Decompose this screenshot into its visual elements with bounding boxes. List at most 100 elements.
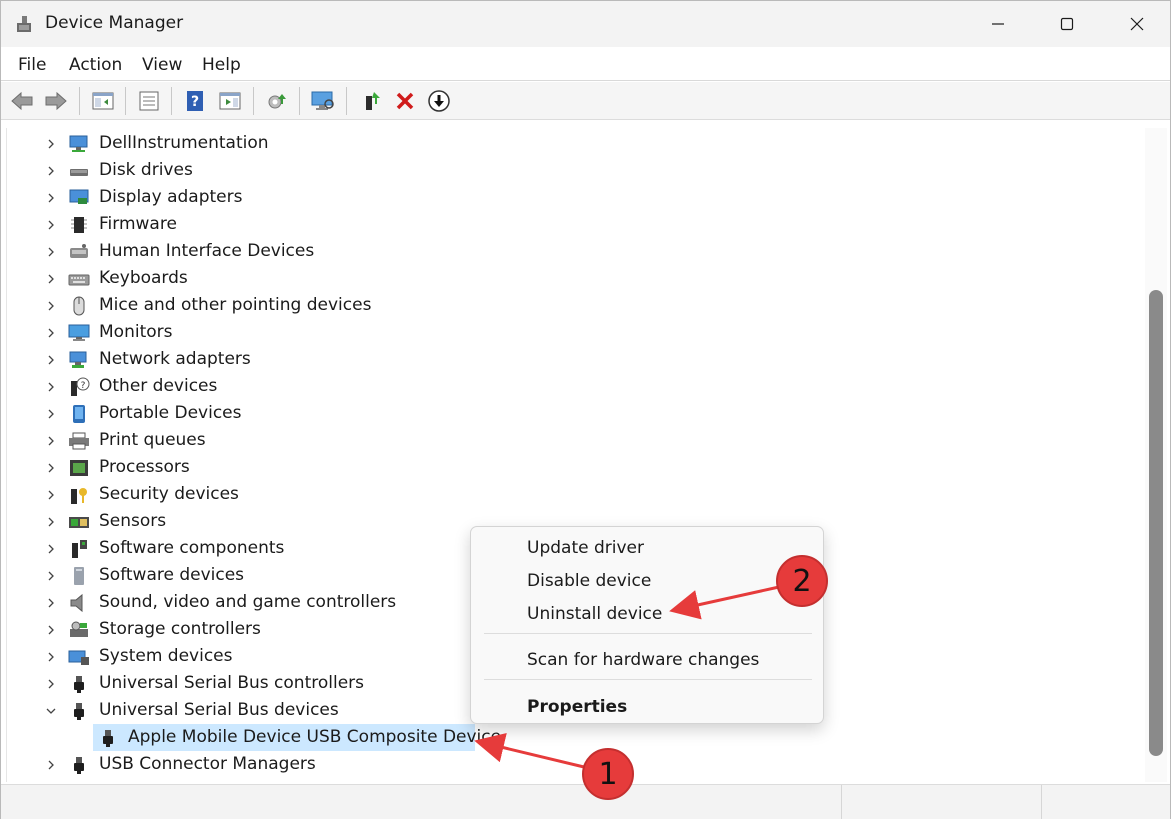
tree-item-label: Software devices [99, 565, 245, 585]
tree-category[interactable]: Mice and other pointing devices [7, 292, 1007, 319]
chevron-right-icon[interactable] [45, 300, 57, 312]
storage-controller-icon [70, 621, 88, 637]
enable-device-toolbar-button[interactable] [359, 88, 385, 114]
tree-child-item[interactable]: Apple Mobile Device USB Composite Device [7, 724, 1007, 751]
ctx-uninstall-device[interactable]: Uninstall device [527, 604, 662, 624]
tree-item-label: USB Connector Managers [99, 754, 316, 774]
tree-category[interactable]: Display adapters [7, 184, 1007, 211]
chevron-right-icon[interactable] [45, 381, 57, 393]
tree-category[interactable]: DellInstrumentation [7, 130, 1007, 157]
tree-category[interactable]: USB Connector Managers [7, 751, 1007, 778]
chevron-right-icon[interactable] [45, 138, 57, 150]
minimize-button[interactable] [963, 1, 1033, 47]
tree-item-label: Mice and other pointing devices [99, 295, 372, 315]
tree-category[interactable]: Print queues [7, 427, 1007, 454]
scrollbar-thumb[interactable] [1149, 290, 1163, 756]
menu-file[interactable]: File [18, 55, 46, 75]
tree-category[interactable]: Keyboards [7, 265, 1007, 292]
chevron-right-icon[interactable] [45, 597, 57, 609]
status-bar [1, 784, 1170, 819]
properties-toolbar-button[interactable] [136, 88, 162, 114]
ctx-disable-device[interactable]: Disable device [527, 571, 651, 591]
ctx-separator [484, 633, 812, 634]
chevron-right-icon[interactable] [45, 435, 57, 447]
scan-hardware-toolbar-button[interactable] [310, 88, 336, 114]
chevron-down-icon[interactable] [45, 705, 57, 717]
chevron-right-icon[interactable] [45, 489, 57, 501]
down-arrow-circle-icon [428, 90, 450, 112]
tree-category[interactable]: Disk drives [7, 157, 1007, 184]
close-button[interactable] [1102, 1, 1171, 47]
chevron-right-icon[interactable] [45, 192, 57, 204]
tree-category[interactable]: Network adapters [7, 346, 1007, 373]
chevron-right-icon[interactable] [45, 462, 57, 474]
console-tree-icon [92, 92, 114, 110]
menu-help[interactable]: Help [202, 55, 241, 75]
update-driver-toolbar-button[interactable] [264, 88, 290, 114]
action-pane-button[interactable] [217, 88, 243, 114]
forward-button[interactable] [43, 88, 69, 114]
tree-item-label: Print queues [99, 430, 206, 450]
tree-item-label: System devices [99, 646, 233, 666]
chevron-right-icon[interactable] [45, 408, 57, 420]
ctx-update-driver[interactable]: Update driver [527, 538, 644, 558]
sensor-icon [69, 517, 89, 528]
chevron-right-icon[interactable] [45, 354, 57, 366]
chevron-right-icon[interactable] [45, 543, 57, 555]
help-toolbar-button[interactable]: ? [182, 88, 208, 114]
show-hide-console-tree-button[interactable] [90, 88, 116, 114]
tree-item-label: Sensors [99, 511, 167, 531]
disable-device-toolbar-button[interactable] [426, 88, 452, 114]
update-driver-icon [268, 94, 286, 109]
ctx-properties[interactable]: Properties [527, 697, 627, 717]
tree-category[interactable]: Monitors [7, 319, 1007, 346]
tree-item-label: Security devices [99, 484, 239, 504]
tree-category[interactable]: Security devices [7, 481, 1007, 508]
red-x-icon [396, 92, 414, 110]
properties-icon [139, 91, 159, 111]
chip-icon [71, 217, 87, 233]
chevron-right-icon[interactable] [45, 624, 57, 636]
tree-item-label: Network adapters [99, 349, 251, 369]
tree-category[interactable]: Human Interface Devices [7, 238, 1007, 265]
chevron-right-icon[interactable] [45, 759, 57, 771]
uninstall-device-toolbar-button[interactable] [392, 88, 418, 114]
chevron-right-icon[interactable] [45, 516, 57, 528]
tree-item-label: Software components [99, 538, 285, 558]
context-menu: Update driver Disable device Uninstall d… [470, 526, 824, 724]
menu-bar: File Action View Help [1, 47, 1170, 81]
chevron-right-icon[interactable] [45, 327, 57, 339]
ctx-separator [484, 679, 812, 680]
svg-text:?: ? [81, 381, 86, 391]
chevron-right-icon[interactable] [45, 273, 57, 285]
enable-device-icon [366, 92, 380, 110]
back-button[interactable] [9, 88, 35, 114]
tree-item-label: Disk drives [99, 160, 193, 180]
security-key-icon [71, 488, 87, 504]
tree-item-label: Firmware [99, 214, 177, 234]
system-device-icon [68, 650, 89, 665]
menu-view[interactable]: View [142, 55, 182, 75]
arrow-right-icon [45, 91, 67, 111]
chevron-right-icon[interactable] [45, 570, 57, 582]
network-icon [69, 351, 87, 368]
tree-category[interactable]: Portable Devices [7, 400, 1007, 427]
tree-item-label: Human Interface Devices [99, 241, 315, 261]
tree-item-label: Portable Devices [99, 403, 242, 423]
chevron-right-icon[interactable] [45, 246, 57, 258]
chevron-right-icon[interactable] [45, 219, 57, 231]
ctx-scan-hardware[interactable]: Scan for hardware changes [527, 650, 759, 670]
chevron-right-icon[interactable] [45, 678, 57, 690]
title-bar: Device Manager [1, 1, 1170, 47]
chevron-right-icon[interactable] [45, 165, 57, 177]
scan-monitor-icon [311, 91, 334, 110]
tree-category[interactable]: Processors [7, 454, 1007, 481]
tree-category[interactable]: ? Other devices [7, 373, 1007, 400]
tree-item-label: Processors [99, 457, 190, 477]
maximize-button[interactable] [1032, 1, 1102, 47]
menu-action[interactable]: Action [69, 55, 122, 75]
tree-category[interactable]: Firmware [7, 211, 1007, 238]
disk-drive-icon [70, 169, 88, 176]
chevron-right-icon[interactable] [45, 651, 57, 663]
vertical-scrollbar[interactable] [1145, 128, 1167, 782]
